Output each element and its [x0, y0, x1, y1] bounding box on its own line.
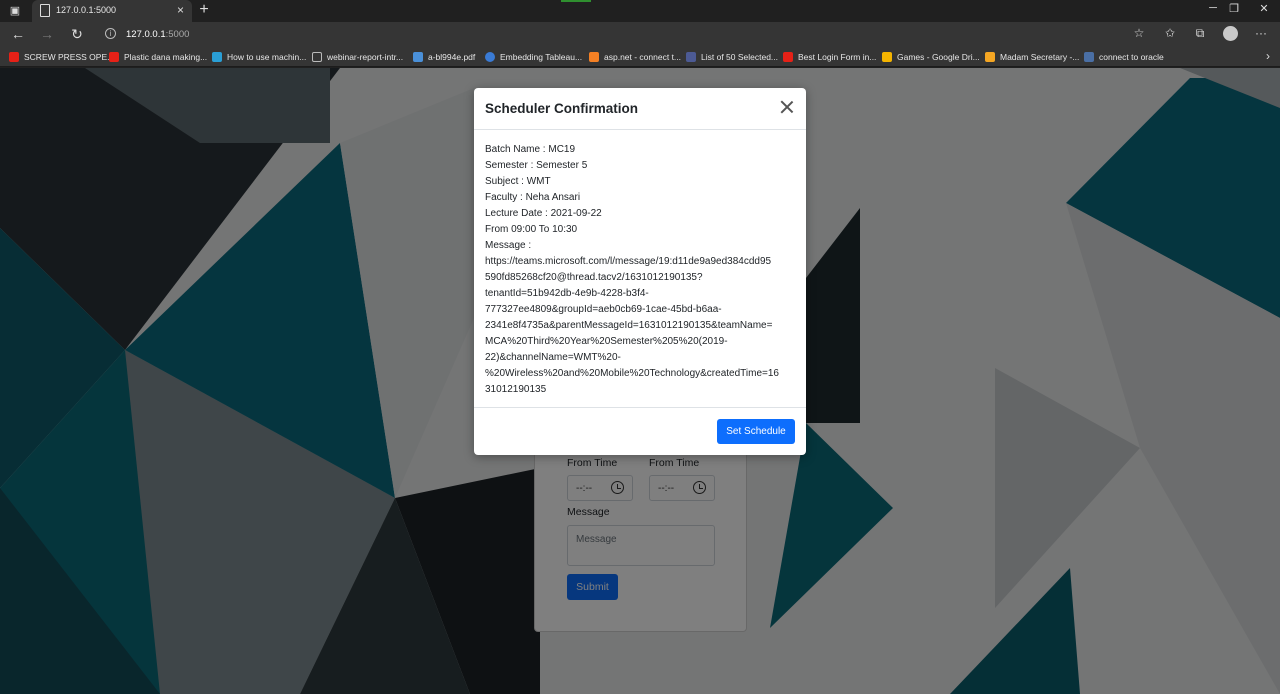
url-port: :5000 [165, 29, 190, 40]
message-heading: Message : [485, 240, 532, 251]
browser-tab[interactable]: 127.0.0.1:5000 × [32, 0, 192, 22]
site-icon [1084, 52, 1094, 62]
collections-icon[interactable]: ⧉ [1191, 26, 1209, 41]
close-icon[interactable] [778, 98, 796, 116]
youtube-icon [783, 52, 793, 62]
tab-title: 127.0.0.1:5000 [56, 5, 117, 15]
youtube-icon [9, 52, 19, 62]
bookmark-label: a-bl994e.pdf [428, 52, 476, 62]
page-icon [40, 4, 50, 17]
subject-text: Subject : WMT [485, 176, 551, 187]
pdf-icon [413, 52, 423, 62]
message-line: MCA%20Third%20Year%20Semester%205%20(201… [485, 336, 728, 347]
bookmark-item[interactable]: Plastic dana making... [109, 50, 207, 64]
bookmark-item[interactable]: connect to oracle [1084, 50, 1164, 64]
bookmark-label: Best Login Form in... [798, 52, 877, 62]
more-menu-icon[interactable]: ··· [1252, 26, 1270, 40]
address-bar: ← → ↻ i 127.0.0.1:5000 ☆ ✩ ⧉ ··· [0, 22, 1280, 46]
forward-icon[interactable]: → [38, 25, 56, 43]
profile-avatar[interactable] [1223, 26, 1238, 41]
bookmark-label: asp.net - connect t... [604, 52, 682, 62]
bookmark-item[interactable]: List of 50 Selected... [686, 50, 778, 64]
browser-tab-bar: ▣ 127.0.0.1:5000 × + ─ ❐ ✕ [0, 0, 1280, 22]
site-icon [212, 52, 222, 62]
site-info-icon[interactable]: i [105, 28, 116, 39]
site-icon [686, 52, 696, 62]
bookmark-label: Madam Secretary -... [1000, 52, 1080, 62]
semester-text: Semester : Semester 5 [485, 160, 588, 171]
google-drive-icon [882, 52, 892, 62]
message-line: 590fd85268cf20@thread.tacv2/163101219013… [485, 272, 703, 283]
bookmark-label: Games - Google Dri... [897, 52, 980, 62]
wordpress-icon [485, 52, 495, 62]
restore-icon[interactable]: ❐ [1224, 2, 1244, 15]
message-line: tenantId=51b942db-4e9b-4228-b3f4- [485, 288, 649, 299]
url-host: 127.0.0.1 [126, 29, 166, 40]
url-field[interactable]: 127.0.0.1:5000 [126, 29, 189, 40]
bookmark-item[interactable]: Games - Google Dri... [882, 50, 980, 64]
lecture-date-text: Lecture Date : 2021-09-22 [485, 208, 602, 219]
more-bookmarks-icon[interactable]: › [1266, 49, 1270, 63]
scheduler-confirmation-modal: Scheduler Confirmation Batch Name : MC19… [474, 88, 806, 455]
message-line: 22)&channelName=WMT%20- [485, 352, 621, 363]
bookmark-item[interactable]: Embedding Tableau... [485, 50, 582, 64]
bookmark-label: Embedding Tableau... [500, 52, 583, 62]
modal-title: Scheduler Confirmation [485, 101, 639, 116]
bookmark-label: Plastic dana making... [124, 52, 208, 62]
stackoverflow-icon [589, 52, 599, 62]
back-icon[interactable]: ← [9, 25, 27, 43]
modal-footer: Set Schedule [474, 407, 806, 455]
site-icon [985, 52, 995, 62]
bookmark-label: How to use machin... [227, 52, 307, 62]
bookmark-item[interactable]: Best Login Form in... [783, 50, 876, 64]
page-viewport: From Time From Time --:-- --:-- Message … [0, 68, 1280, 694]
new-tab-button[interactable]: + [196, 1, 212, 19]
modal-body: Batch Name : MC19 Semester : Semester 5 … [485, 142, 797, 398]
add-favorite-icon[interactable]: ☆ [1130, 26, 1148, 40]
page-icon [312, 52, 322, 62]
set-schedule-button[interactable]: Set Schedule [717, 419, 795, 444]
close-window-icon[interactable]: ✕ [1254, 2, 1274, 15]
message-line: 31012190135 [485, 384, 547, 395]
faculty-text: Faculty : Neha Ansari [485, 192, 581, 203]
close-tab-icon[interactable]: × [177, 3, 184, 17]
modal-header: Scheduler Confirmation [474, 88, 806, 130]
favorites-icon[interactable]: ✩ [1161, 26, 1179, 40]
bookmark-label: SCREW PRESS OPE... [24, 52, 115, 62]
bookmark-item[interactable]: webinar-report-intr... [312, 50, 403, 64]
time-range-text: From 09:00 To 10:30 [485, 224, 578, 235]
bookmark-item[interactable]: How to use machin... [212, 50, 306, 64]
message-line: https://teams.microsoft.com/l/message/19… [485, 256, 772, 267]
bookmark-item[interactable]: a-bl994e.pdf [413, 50, 475, 64]
bookmark-label: webinar-report-intr... [327, 52, 404, 62]
message-line: 2341e8f4735a&parentMessageId=16310121901… [485, 320, 773, 331]
message-line: %20Wireless%20and%20Mobile%20Technology&… [485, 368, 779, 379]
minimize-icon[interactable]: ─ [1203, 2, 1223, 14]
batch-name-text: Batch Name : MC19 [485, 144, 576, 155]
bookmarks-bar: SCREW PRESS OPE... Plastic dana making..… [0, 46, 1280, 67]
drag-indicator [561, 0, 591, 2]
refresh-icon[interactable]: ↻ [68, 25, 86, 43]
bookmark-item[interactable]: SCREW PRESS OPE... [9, 50, 114, 64]
bookmark-item[interactable]: asp.net - connect t... [589, 50, 681, 64]
message-line: 777327ee4809&groupId=aeb0cb69-1cae-45bd-… [485, 304, 722, 315]
bookmark-item[interactable]: Madam Secretary -... [985, 50, 1079, 64]
bookmark-label: List of 50 Selected... [701, 52, 779, 62]
youtube-icon [109, 52, 119, 62]
bookmark-label: connect to oracle [1099, 52, 1164, 62]
tab-actions-icon[interactable]: ▣ [8, 4, 22, 18]
